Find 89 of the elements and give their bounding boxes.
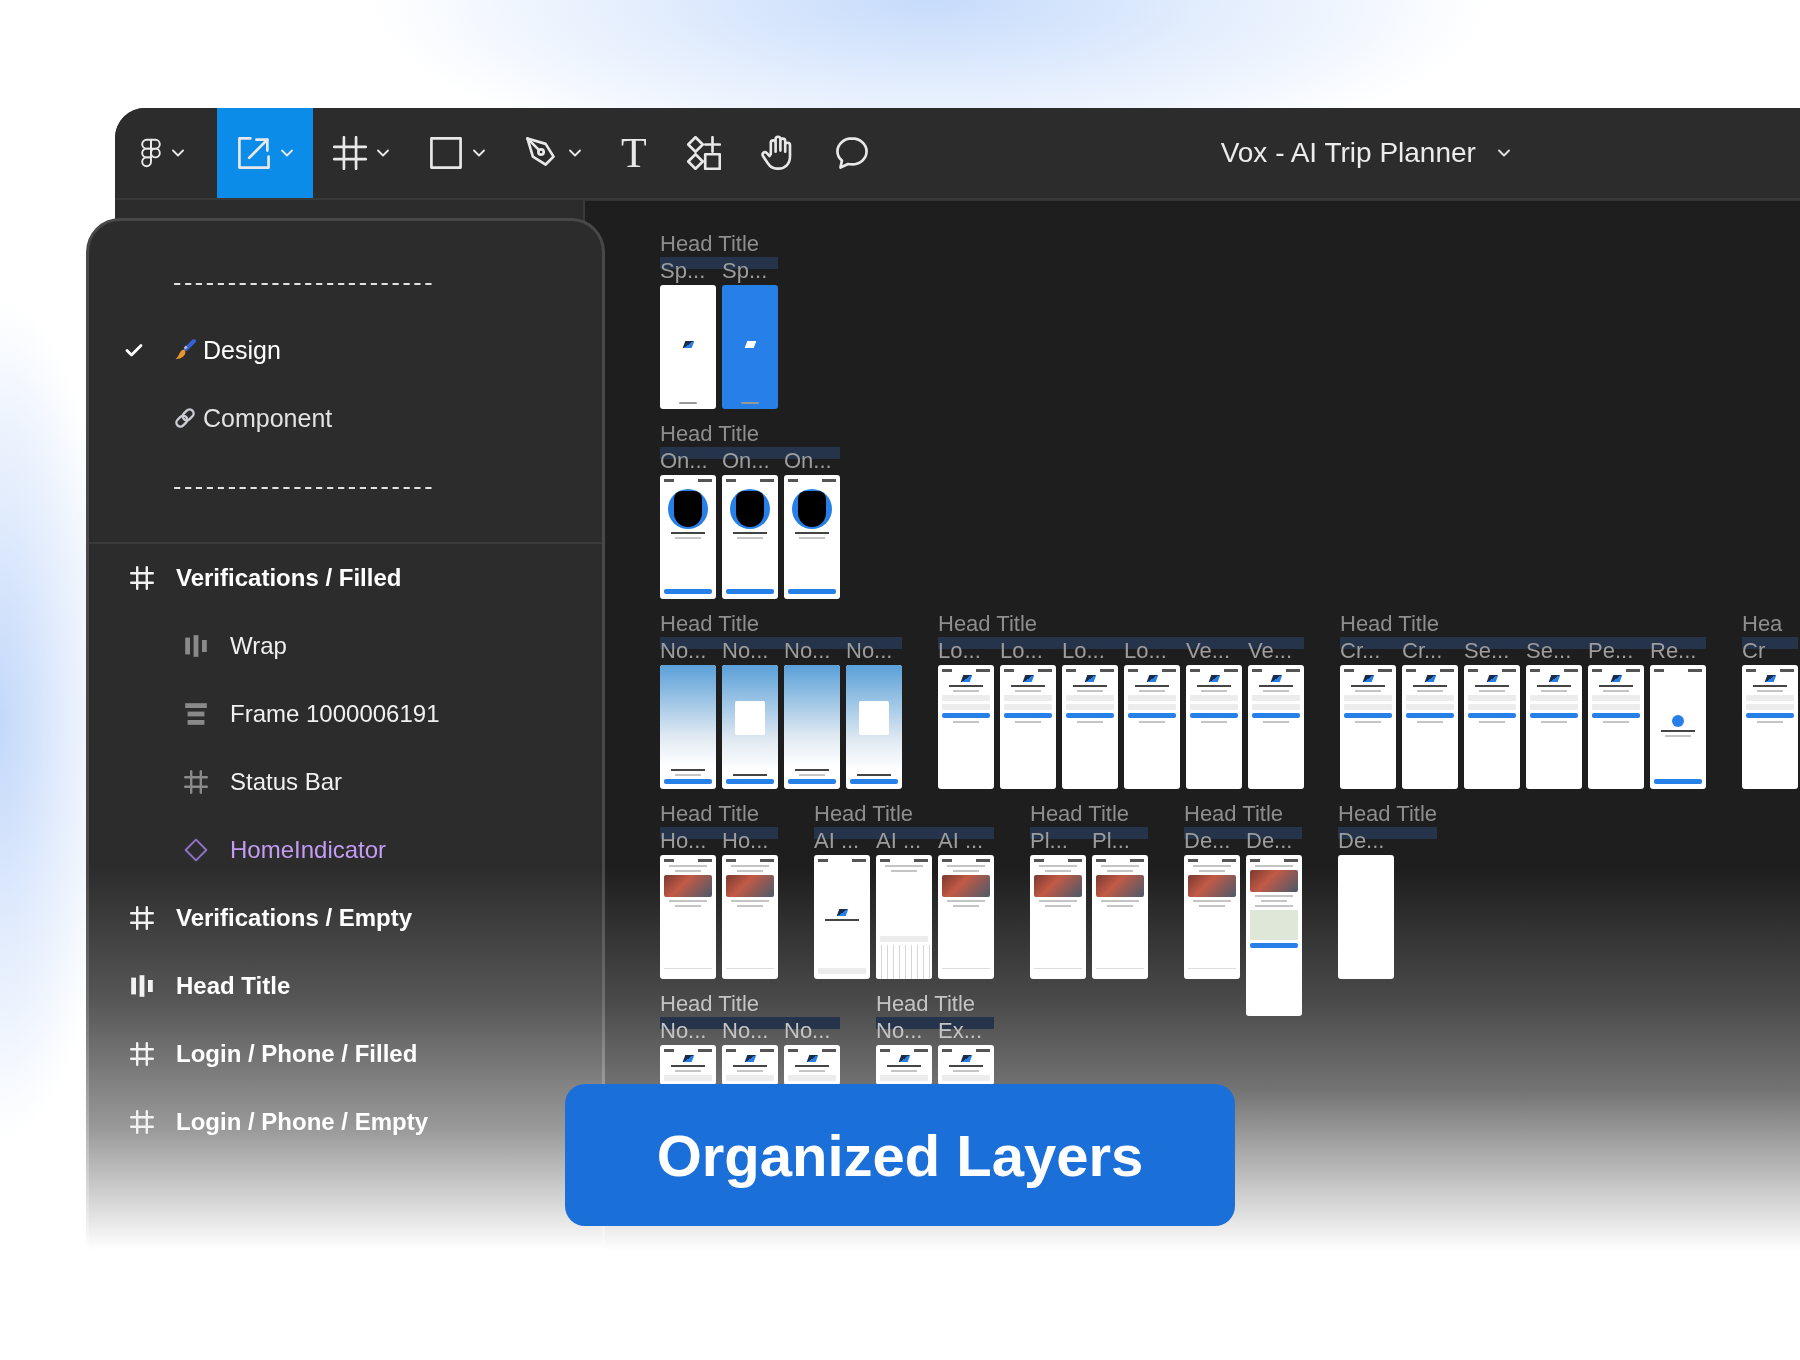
frame-name[interactable]: On... — [660, 448, 708, 474]
frame-name[interactable]: No... — [784, 638, 831, 664]
frame-name[interactable]: Sp... — [722, 258, 768, 284]
frame-name[interactable]: AI ... — [814, 828, 860, 854]
section-title: Head Title — [660, 421, 760, 447]
arrow-in-box-icon — [237, 136, 271, 170]
hash-icon — [333, 136, 367, 170]
chain-link-icon — [173, 406, 197, 430]
frame-name[interactable]: Lo... — [1000, 638, 1043, 664]
layer-item[interactable]: Verifications / Filled — [130, 554, 402, 602]
section-title: Hea — [1742, 611, 1783, 637]
speech-bubble-icon — [834, 136, 869, 170]
frame-name[interactable]: No... — [660, 638, 707, 664]
frame-name[interactable]: Pl... — [1092, 828, 1130, 854]
section-title: Head Title — [660, 231, 760, 257]
frame-name[interactable]: No... — [784, 1018, 831, 1044]
layer-item[interactable]: HomeIndicator — [184, 826, 387, 874]
layer-item[interactable]: Verifications / Empty — [130, 894, 413, 942]
layer-item[interactable]: Login / Phone / Filled — [130, 1030, 418, 1078]
bars-icon — [184, 634, 208, 658]
hash-icon — [130, 906, 154, 930]
section-title: Head Title — [876, 991, 976, 1017]
layer-item[interactable]: Status Bar — [184, 758, 343, 806]
bars-icon — [130, 974, 154, 998]
frame-name[interactable]: De... — [1338, 828, 1385, 854]
frame-name[interactable]: De... — [1246, 828, 1293, 854]
layer-item[interactable]: Wrap — [184, 622, 287, 670]
frame-name[interactable]: On... — [722, 448, 770, 474]
section-title: Head Title — [814, 801, 914, 827]
frame-name[interactable]: No... — [846, 638, 893, 664]
section-title: Head Title — [660, 611, 760, 637]
frame-name[interactable]: Ho... — [722, 828, 769, 854]
section-title: Head Title — [938, 611, 1038, 637]
frame-name[interactable]: Cr... — [1402, 638, 1443, 664]
frame-name[interactable]: AI ... — [938, 828, 984, 854]
page-item[interactable]: Design — [125, 326, 281, 374]
section-title: Head Title — [660, 801, 760, 827]
square-icon — [429, 136, 463, 170]
app-screen-drawing — [722, 1045, 778, 1085]
diamond-icon — [184, 838, 208, 862]
section-title: Head Title — [660, 991, 760, 1017]
frame-name[interactable]: No... — [660, 1018, 707, 1044]
section-title: Head Title — [1340, 611, 1440, 637]
app-screen-drawing — [938, 1045, 994, 1085]
frame-name[interactable]: Lo... — [1062, 638, 1105, 664]
app-screen-drawing — [876, 1045, 932, 1085]
app-screen-drawing — [784, 1045, 840, 1085]
layer-item[interactable]: Frame 1000006191 — [184, 690, 440, 738]
frame-name[interactable]: Ex... — [938, 1018, 982, 1044]
frame-name[interactable]: AI ... — [876, 828, 922, 854]
frame-name[interactable]: Pl... — [1030, 828, 1068, 854]
text-tool-button[interactable]: T — [601, 108, 667, 198]
frame-name[interactable]: No... — [722, 1018, 769, 1044]
hash-icon — [130, 1110, 154, 1134]
frame-name[interactable]: No... — [722, 638, 769, 664]
page-item[interactable]: Component — [125, 394, 333, 442]
section-title: Head Title — [1030, 801, 1130, 827]
hash-icon — [184, 770, 208, 794]
frame-name[interactable]: No... — [876, 1018, 923, 1044]
frame-name[interactable]: Ve... — [1186, 638, 1231, 664]
hash-icon — [130, 1042, 154, 1066]
frame-name[interactable]: On... — [784, 448, 832, 474]
frame-name[interactable]: Pe... — [1588, 638, 1634, 664]
shapes-grid-icon — [686, 136, 721, 170]
frame-name[interactable]: De... — [1184, 828, 1231, 854]
logo-icon — [140, 137, 162, 169]
app-screen-drawing — [660, 1045, 716, 1085]
dash-separator-item[interactable]: ------------------------ — [125, 462, 436, 510]
rows-icon — [184, 702, 208, 726]
caret-icon — [1497, 149, 1510, 157]
frame-name[interactable]: Se... — [1526, 638, 1572, 664]
section-title: Head Title — [1184, 801, 1284, 827]
headline-banner: Organized Layers — [565, 1084, 1235, 1226]
frame-name[interactable]: Lo... — [1124, 638, 1167, 664]
frame-name[interactable]: Ho... — [660, 828, 707, 854]
frame-name[interactable]: Re... — [1650, 638, 1697, 664]
dash-separator-item[interactable]: ------------------------ — [125, 258, 436, 306]
layer-item[interactable]: Head Title — [130, 962, 291, 1010]
section-title: Head Title — [1338, 801, 1438, 827]
frame-name[interactable]: Cr — [1742, 638, 1766, 664]
check-icon — [125, 343, 143, 357]
file-name-button[interactable]: Vox - AI Trip Planner — [1220, 129, 1510, 177]
frame-name[interactable]: Lo... — [938, 638, 981, 664]
hash-icon — [130, 566, 154, 590]
frame-name[interactable]: Ve... — [1248, 638, 1293, 664]
frame-name[interactable]: Sp... — [660, 258, 706, 284]
paintbrush-icon — [173, 338, 197, 362]
frame-name[interactable]: Cr... — [1340, 638, 1381, 664]
frame-name[interactable]: Se... — [1464, 638, 1510, 664]
